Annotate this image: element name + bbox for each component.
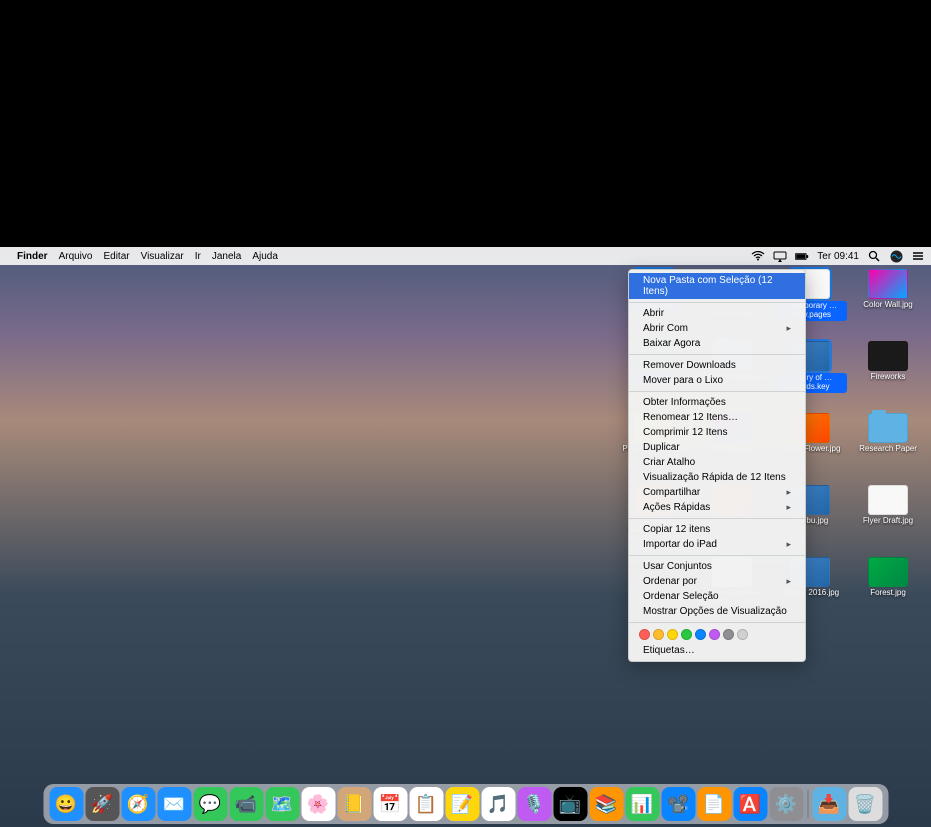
- dock-item-music[interactable]: 🎵: [481, 787, 515, 821]
- dock-item-mail[interactable]: ✉️: [157, 787, 191, 821]
- context-menu-separator: [629, 622, 805, 623]
- desktop-icon[interactable]: Research Paper: [849, 413, 927, 485]
- notification-center-icon[interactable]: [911, 249, 925, 263]
- tag-color-dot[interactable]: [709, 629, 720, 640]
- context-menu-tags-row: [629, 626, 805, 643]
- context-menu-item[interactable]: Ações Rápidas: [629, 500, 805, 515]
- context-menu-separator: [629, 518, 805, 519]
- tag-color-dot[interactable]: [723, 629, 734, 640]
- desktop-icon-label: Flyer Draft.jpg: [863, 517, 913, 526]
- menubar-item-arquivo[interactable]: Arquivo: [59, 251, 93, 262]
- context-menu-separator: [629, 555, 805, 556]
- context-menu: Nova Pasta com Seleção (12 Itens) AbrirA…: [628, 269, 806, 662]
- desktop[interactable]: Finder Arquivo Editar Visualizar Ir Jane…: [0, 247, 931, 827]
- desktop-icon[interactable]: Fireworks: [849, 341, 927, 413]
- context-menu-separator: [629, 354, 805, 355]
- context-menu-item[interactable]: Copiar 12 itens: [629, 522, 805, 537]
- airplay-icon[interactable]: [773, 249, 787, 263]
- context-menu-item[interactable]: Comprimir 12 Itens: [629, 425, 805, 440]
- desktop-icon[interactable]: Forest.jpg: [849, 557, 927, 629]
- context-menu-separator: [629, 302, 805, 303]
- dock-item-contacts[interactable]: 📒: [337, 787, 371, 821]
- wifi-icon[interactable]: [751, 249, 765, 263]
- dock-item-trash[interactable]: 🗑️: [848, 787, 882, 821]
- tag-color-dot[interactable]: [737, 629, 748, 640]
- dock-item-preferences[interactable]: ⚙️: [769, 787, 803, 821]
- callout-line-1: [177, 203, 179, 248]
- dock-item-pages[interactable]: 📄: [697, 787, 731, 821]
- dock-item-facetime[interactable]: 📹: [229, 787, 263, 821]
- context-menu-item[interactable]: Obter Informações: [629, 395, 805, 410]
- desktop-icon-thumbnail: [868, 341, 908, 371]
- context-menu-item[interactable]: Remover Downloads: [629, 358, 805, 373]
- dock-item-launchpad[interactable]: 🚀: [85, 787, 119, 821]
- dock-item-podcasts[interactable]: 🎙️: [517, 787, 551, 821]
- dock-item-keynote[interactable]: 📽️: [661, 787, 695, 821]
- menubar-item-ir[interactable]: Ir: [195, 251, 201, 262]
- battery-icon[interactable]: [795, 249, 809, 263]
- context-menu-item[interactable]: Abrir: [629, 306, 805, 321]
- spotlight-icon[interactable]: [867, 249, 881, 263]
- dock-item-maps[interactable]: 🗺️: [265, 787, 299, 821]
- menubar-clock[interactable]: Ter 09:41: [817, 251, 859, 262]
- context-menu-separator: [629, 391, 805, 392]
- dock-item-calendar[interactable]: 📅: [373, 787, 407, 821]
- menubar-item-visualizar[interactable]: Visualizar: [141, 251, 184, 262]
- context-menu-item[interactable]: Renomear 12 Itens…: [629, 410, 805, 425]
- dock-item-messages[interactable]: 💬: [193, 787, 227, 821]
- tag-color-dot[interactable]: [639, 629, 650, 640]
- context-menu-item[interactable]: Duplicar: [629, 440, 805, 455]
- dock-separator: [807, 790, 808, 818]
- context-menu-item[interactable]: Usar Conjuntos: [629, 559, 805, 574]
- desktop-icon-label: Forest.jpg: [870, 589, 906, 598]
- context-menu-item-new-folder-with-selection[interactable]: Nova Pasta com Seleção (12 Itens): [629, 273, 805, 299]
- menubar-right: Ter 09:41: [751, 249, 925, 263]
- menubar-item-janela[interactable]: Janela: [212, 251, 241, 262]
- desktop-icon-label: Research Paper: [859, 445, 917, 454]
- tag-color-dot[interactable]: [681, 629, 692, 640]
- dock: 😀🚀🧭✉️💬📹🗺️🌸📒📅📋📝🎵🎙️📺📚📊📽️📄🅰️⚙️ 📥🗑️: [43, 784, 888, 824]
- context-menu-item[interactable]: Visualização Rápida de 12 Itens: [629, 470, 805, 485]
- context-menu-item[interactable]: Importar do iPad: [629, 537, 805, 552]
- dock-item-finder[interactable]: 😀: [49, 787, 83, 821]
- menubar: Finder Arquivo Editar Visualizar Ir Jane…: [0, 247, 931, 265]
- tag-color-dot[interactable]: [667, 629, 678, 640]
- context-menu-item[interactable]: Ordenar por: [629, 574, 805, 589]
- dock-item-books[interactable]: 📚: [589, 787, 623, 821]
- desktop-icon-label: Color Wall.jpg: [863, 301, 913, 310]
- callout-line-2: [793, 118, 795, 248]
- tag-color-dot[interactable]: [695, 629, 706, 640]
- dock-item-appstore[interactable]: 🅰️: [733, 787, 767, 821]
- tag-color-dot[interactable]: [653, 629, 664, 640]
- desktop-icon-thumbnail: [868, 269, 908, 299]
- context-menu-item-etiquetas[interactable]: Etiquetas…: [629, 643, 805, 658]
- context-menu-item[interactable]: Mostrar Opções de Visualização: [629, 604, 805, 619]
- context-menu-item[interactable]: Criar Atalho: [629, 455, 805, 470]
- menubar-item-editar[interactable]: Editar: [103, 251, 129, 262]
- dock-item-reminders[interactable]: 📋: [409, 787, 443, 821]
- dock-item-safari[interactable]: 🧭: [121, 787, 155, 821]
- dock-item-photos[interactable]: 🌸: [301, 787, 335, 821]
- menubar-app-name[interactable]: Finder: [17, 251, 48, 262]
- menubar-left: Finder Arquivo Editar Visualizar Ir Jane…: [6, 251, 278, 262]
- context-menu-item[interactable]: Ordenar Seleção: [629, 589, 805, 604]
- context-menu-item[interactable]: Abrir Com: [629, 321, 805, 336]
- context-menu-item[interactable]: Mover para o Lixo: [629, 373, 805, 388]
- dock-item-downloads[interactable]: 📥: [812, 787, 846, 821]
- dock-item-notes[interactable]: 📝: [445, 787, 479, 821]
- dock-item-numbers[interactable]: 📊: [625, 787, 659, 821]
- menubar-item-ajuda[interactable]: Ajuda: [252, 251, 278, 262]
- desktop-icon-thumbnail: [868, 485, 908, 515]
- desktop-icon-label: Fireworks: [871, 373, 906, 382]
- context-menu-item[interactable]: Baixar Agora: [629, 336, 805, 351]
- siri-icon[interactable]: [889, 249, 903, 263]
- context-menu-item[interactable]: Compartilhar: [629, 485, 805, 500]
- desktop-icon-thumbnail: [868, 557, 908, 587]
- desktop-icon-thumbnail: [868, 413, 908, 443]
- desktop-icon[interactable]: Color Wall.jpg: [849, 269, 927, 341]
- desktop-icon[interactable]: Flyer Draft.jpg: [849, 485, 927, 557]
- dock-item-tv[interactable]: 📺: [553, 787, 587, 821]
